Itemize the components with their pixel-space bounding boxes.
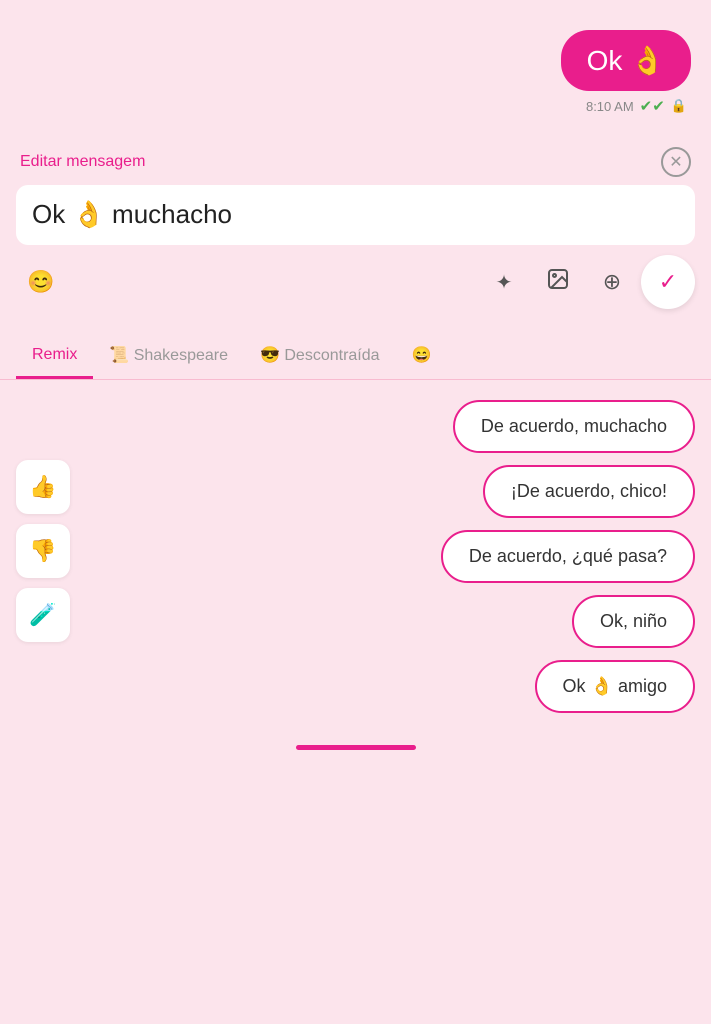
- thumbup-button[interactable]: 👍: [16, 460, 70, 514]
- thumbup-icon: 👍: [29, 474, 56, 500]
- add-icon: ⊕: [603, 269, 621, 295]
- tabs-bar: Remix 📜 Shakespeare 😎 Descontraída 😄: [0, 325, 711, 380]
- bottom-indicator: [296, 745, 416, 750]
- close-icon: ✕: [669, 152, 682, 172]
- suggestion-chip-5[interactable]: Ok 👌 amigo: [535, 660, 695, 713]
- message-time: 8:10 AM: [586, 99, 634, 114]
- thumbdown-button[interactable]: 👎: [16, 524, 70, 578]
- suggestion-chip-4[interactable]: Ok, niño: [572, 595, 695, 648]
- sent-message-text: Ok 👌: [587, 45, 665, 76]
- message-meta: 8:10 AM ✔✔ 🔒: [586, 97, 687, 115]
- sent-message-bubble: Ok 👌: [561, 30, 691, 91]
- edit-header: Editar mensagem ✕: [0, 135, 711, 185]
- tab-shakespeare-label: 📜 Shakespeare: [109, 347, 228, 364]
- edit-input-text[interactable]: Ok 👌 muchacho: [32, 199, 232, 229]
- emoji-icon: 😊: [27, 269, 54, 295]
- lab-button[interactable]: 🧪: [16, 588, 70, 642]
- suggestions-area: 👍 👎 🧪 De acuerdo, muchacho ¡De acuerdo, …: [0, 380, 711, 733]
- suggestion-text-3: De acuerdo, ¿qué pasa?: [469, 546, 667, 566]
- sparkle-button[interactable]: ✦: [479, 257, 529, 307]
- toolbar-right: ✦ ⊕ ✓: [479, 255, 695, 309]
- emoji-button[interactable]: 😊: [16, 257, 66, 307]
- tab-remix-label: Remix: [32, 346, 77, 363]
- suggestion-text-5: Ok 👌 amigo: [563, 676, 667, 696]
- edit-panel: Editar mensagem ✕ Ok 👌 muchacho 😊 ✦: [0, 135, 711, 319]
- tab-shakespeare[interactable]: 📜 Shakespeare: [93, 335, 244, 380]
- add-button[interactable]: ⊕: [587, 257, 637, 307]
- suggestion-text-2: ¡De acuerdo, chico!: [511, 481, 667, 501]
- suggestion-text-1: De acuerdo, muchacho: [481, 416, 667, 436]
- tab-remix[interactable]: Remix: [16, 336, 93, 379]
- thumbdown-icon: 👎: [29, 538, 56, 564]
- tab-more-label: 😄: [412, 347, 432, 364]
- image-icon: [546, 267, 570, 297]
- chat-area: Ok 👌 8:10 AM ✔✔ 🔒: [0, 0, 711, 125]
- tab-descontraida-label: 😎 Descontraída: [260, 347, 380, 364]
- read-receipt-icon: ✔✔: [640, 97, 665, 115]
- edit-label: Editar mensagem: [20, 153, 145, 171]
- checkmark-icon: ✓: [659, 269, 677, 295]
- lab-icon: 🧪: [29, 602, 56, 628]
- tab-descontraida[interactable]: 😎 Descontraída: [244, 335, 396, 380]
- confirm-button[interactable]: ✓: [641, 255, 695, 309]
- edit-toolbar: 😊 ✦ ⊕ ✓: [0, 245, 711, 319]
- sparkle-icon: ✦: [496, 270, 513, 295]
- remix-panel: Remix 📜 Shakespeare 😎 Descontraída 😄 👍 👎…: [0, 325, 711, 825]
- close-edit-button[interactable]: ✕: [661, 147, 691, 177]
- lock-icon: 🔒: [671, 98, 687, 114]
- bottom-bar: [0, 733, 711, 762]
- suggestions-list: De acuerdo, muchacho ¡De acuerdo, chico!…: [80, 400, 695, 713]
- image-button[interactable]: [533, 257, 583, 307]
- edit-input-container: Ok 👌 muchacho: [16, 185, 695, 245]
- side-actions: 👍 👎 🧪: [16, 460, 70, 713]
- suggestion-chip-1[interactable]: De acuerdo, muchacho: [453, 400, 695, 453]
- suggestion-chip-2[interactable]: ¡De acuerdo, chico!: [483, 465, 695, 518]
- tab-more[interactable]: 😄: [396, 335, 448, 380]
- suggestion-text-4: Ok, niño: [600, 611, 667, 631]
- suggestion-chip-3[interactable]: De acuerdo, ¿qué pasa?: [441, 530, 695, 583]
